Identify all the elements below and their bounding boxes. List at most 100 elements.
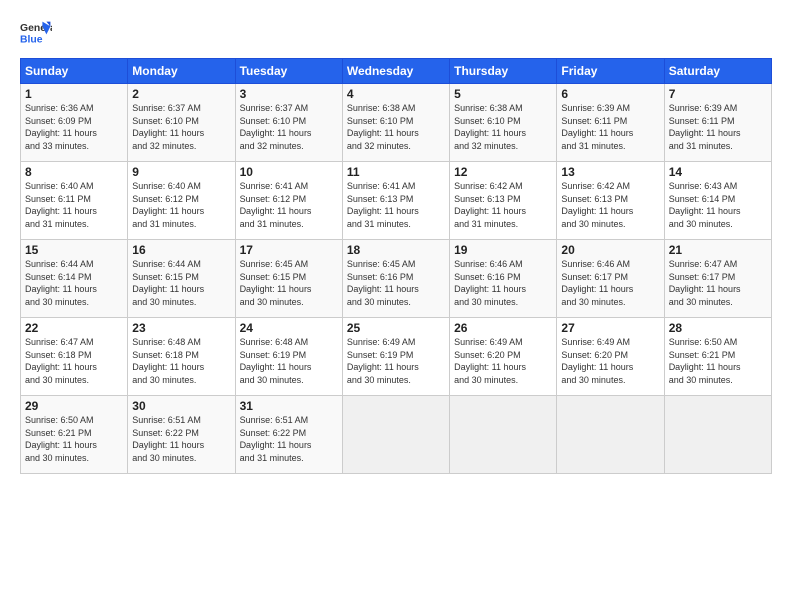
list-item: 16Sunrise: 6:44 AMSunset: 6:15 PMDayligh… <box>128 240 235 318</box>
day-number: 15 <box>25 243 123 257</box>
day-number: 2 <box>132 87 230 101</box>
list-item: 25Sunrise: 6:49 AMSunset: 6:19 PMDayligh… <box>342 318 449 396</box>
day-number: 20 <box>561 243 659 257</box>
day-info: Sunrise: 6:42 AMSunset: 6:13 PMDaylight:… <box>454 180 552 230</box>
list-item: 10Sunrise: 6:41 AMSunset: 6:12 PMDayligh… <box>235 162 342 240</box>
table-row: 29Sunrise: 6:50 AMSunset: 6:21 PMDayligh… <box>21 396 772 474</box>
col-saturday: Saturday <box>664 59 771 84</box>
day-number: 18 <box>347 243 445 257</box>
list-item: 31Sunrise: 6:51 AMSunset: 6:22 PMDayligh… <box>235 396 342 474</box>
list-item: 2Sunrise: 6:37 AMSunset: 6:10 PMDaylight… <box>128 84 235 162</box>
list-item: 1Sunrise: 6:36 AMSunset: 6:09 PMDaylight… <box>21 84 128 162</box>
page: General Blue Sunday Monday Tuesday Wedne… <box>0 0 792 612</box>
list-item: 14Sunrise: 6:43 AMSunset: 6:14 PMDayligh… <box>664 162 771 240</box>
day-info: Sunrise: 6:48 AMSunset: 6:18 PMDaylight:… <box>132 336 230 386</box>
day-info: Sunrise: 6:49 AMSunset: 6:20 PMDaylight:… <box>454 336 552 386</box>
list-item: 20Sunrise: 6:46 AMSunset: 6:17 PMDayligh… <box>557 240 664 318</box>
day-info: Sunrise: 6:40 AMSunset: 6:11 PMDaylight:… <box>25 180 123 230</box>
list-item: 12Sunrise: 6:42 AMSunset: 6:13 PMDayligh… <box>450 162 557 240</box>
calendar-table: Sunday Monday Tuesday Wednesday Thursday… <box>20 58 772 474</box>
day-number: 10 <box>240 165 338 179</box>
day-number: 30 <box>132 399 230 413</box>
day-number: 19 <box>454 243 552 257</box>
table-row: 8Sunrise: 6:40 AMSunset: 6:11 PMDaylight… <box>21 162 772 240</box>
col-tuesday: Tuesday <box>235 59 342 84</box>
list-item <box>342 396 449 474</box>
day-info: Sunrise: 6:49 AMSunset: 6:19 PMDaylight:… <box>347 336 445 386</box>
day-number: 22 <box>25 321 123 335</box>
list-item <box>664 396 771 474</box>
day-info: Sunrise: 6:50 AMSunset: 6:21 PMDaylight:… <box>669 336 767 386</box>
day-number: 5 <box>454 87 552 101</box>
day-number: 8 <box>25 165 123 179</box>
list-item: 5Sunrise: 6:38 AMSunset: 6:10 PMDaylight… <box>450 84 557 162</box>
day-number: 26 <box>454 321 552 335</box>
day-info: Sunrise: 6:41 AMSunset: 6:12 PMDaylight:… <box>240 180 338 230</box>
day-info: Sunrise: 6:41 AMSunset: 6:13 PMDaylight:… <box>347 180 445 230</box>
table-row: 22Sunrise: 6:47 AMSunset: 6:18 PMDayligh… <box>21 318 772 396</box>
day-info: Sunrise: 6:45 AMSunset: 6:16 PMDaylight:… <box>347 258 445 308</box>
day-info: Sunrise: 6:42 AMSunset: 6:13 PMDaylight:… <box>561 180 659 230</box>
day-number: 14 <box>669 165 767 179</box>
day-number: 23 <box>132 321 230 335</box>
day-info: Sunrise: 6:38 AMSunset: 6:10 PMDaylight:… <box>454 102 552 152</box>
day-info: Sunrise: 6:46 AMSunset: 6:16 PMDaylight:… <box>454 258 552 308</box>
day-number: 16 <box>132 243 230 257</box>
col-wednesday: Wednesday <box>342 59 449 84</box>
day-number: 25 <box>347 321 445 335</box>
list-item: 30Sunrise: 6:51 AMSunset: 6:22 PMDayligh… <box>128 396 235 474</box>
header: General Blue <box>20 20 772 48</box>
day-info: Sunrise: 6:50 AMSunset: 6:21 PMDaylight:… <box>25 414 123 464</box>
list-item: 24Sunrise: 6:48 AMSunset: 6:19 PMDayligh… <box>235 318 342 396</box>
day-info: Sunrise: 6:37 AMSunset: 6:10 PMDaylight:… <box>132 102 230 152</box>
list-item: 4Sunrise: 6:38 AMSunset: 6:10 PMDaylight… <box>342 84 449 162</box>
day-info: Sunrise: 6:46 AMSunset: 6:17 PMDaylight:… <box>561 258 659 308</box>
list-item: 6Sunrise: 6:39 AMSunset: 6:11 PMDaylight… <box>557 84 664 162</box>
day-info: Sunrise: 6:44 AMSunset: 6:15 PMDaylight:… <box>132 258 230 308</box>
day-number: 3 <box>240 87 338 101</box>
list-item: 17Sunrise: 6:45 AMSunset: 6:15 PMDayligh… <box>235 240 342 318</box>
list-item: 22Sunrise: 6:47 AMSunset: 6:18 PMDayligh… <box>21 318 128 396</box>
day-info: Sunrise: 6:47 AMSunset: 6:18 PMDaylight:… <box>25 336 123 386</box>
day-number: 6 <box>561 87 659 101</box>
day-number: 29 <box>25 399 123 413</box>
day-number: 4 <box>347 87 445 101</box>
day-number: 28 <box>669 321 767 335</box>
day-info: Sunrise: 6:48 AMSunset: 6:19 PMDaylight:… <box>240 336 338 386</box>
day-number: 21 <box>669 243 767 257</box>
list-item <box>557 396 664 474</box>
col-sunday: Sunday <box>21 59 128 84</box>
list-item: 11Sunrise: 6:41 AMSunset: 6:13 PMDayligh… <box>342 162 449 240</box>
day-info: Sunrise: 6:37 AMSunset: 6:10 PMDaylight:… <box>240 102 338 152</box>
list-item: 7Sunrise: 6:39 AMSunset: 6:11 PMDaylight… <box>664 84 771 162</box>
list-item: 8Sunrise: 6:40 AMSunset: 6:11 PMDaylight… <box>21 162 128 240</box>
table-row: 15Sunrise: 6:44 AMSunset: 6:14 PMDayligh… <box>21 240 772 318</box>
day-info: Sunrise: 6:39 AMSunset: 6:11 PMDaylight:… <box>561 102 659 152</box>
list-item: 19Sunrise: 6:46 AMSunset: 6:16 PMDayligh… <box>450 240 557 318</box>
day-number: 12 <box>454 165 552 179</box>
list-item: 28Sunrise: 6:50 AMSunset: 6:21 PMDayligh… <box>664 318 771 396</box>
col-thursday: Thursday <box>450 59 557 84</box>
day-number: 9 <box>132 165 230 179</box>
list-item: 26Sunrise: 6:49 AMSunset: 6:20 PMDayligh… <box>450 318 557 396</box>
col-monday: Monday <box>128 59 235 84</box>
day-info: Sunrise: 6:45 AMSunset: 6:15 PMDaylight:… <box>240 258 338 308</box>
day-info: Sunrise: 6:49 AMSunset: 6:20 PMDaylight:… <box>561 336 659 386</box>
day-number: 1 <box>25 87 123 101</box>
list-item: 18Sunrise: 6:45 AMSunset: 6:16 PMDayligh… <box>342 240 449 318</box>
list-item: 13Sunrise: 6:42 AMSunset: 6:13 PMDayligh… <box>557 162 664 240</box>
day-info: Sunrise: 6:51 AMSunset: 6:22 PMDaylight:… <box>240 414 338 464</box>
logo-icon: General Blue <box>20 20 52 48</box>
day-info: Sunrise: 6:40 AMSunset: 6:12 PMDaylight:… <box>132 180 230 230</box>
day-info: Sunrise: 6:47 AMSunset: 6:17 PMDaylight:… <box>669 258 767 308</box>
list-item: 27Sunrise: 6:49 AMSunset: 6:20 PMDayligh… <box>557 318 664 396</box>
list-item <box>450 396 557 474</box>
col-friday: Friday <box>557 59 664 84</box>
list-item: 29Sunrise: 6:50 AMSunset: 6:21 PMDayligh… <box>21 396 128 474</box>
day-info: Sunrise: 6:38 AMSunset: 6:10 PMDaylight:… <box>347 102 445 152</box>
day-info: Sunrise: 6:43 AMSunset: 6:14 PMDaylight:… <box>669 180 767 230</box>
list-item: 3Sunrise: 6:37 AMSunset: 6:10 PMDaylight… <box>235 84 342 162</box>
day-number: 27 <box>561 321 659 335</box>
day-number: 31 <box>240 399 338 413</box>
logo: General Blue <box>20 20 52 48</box>
